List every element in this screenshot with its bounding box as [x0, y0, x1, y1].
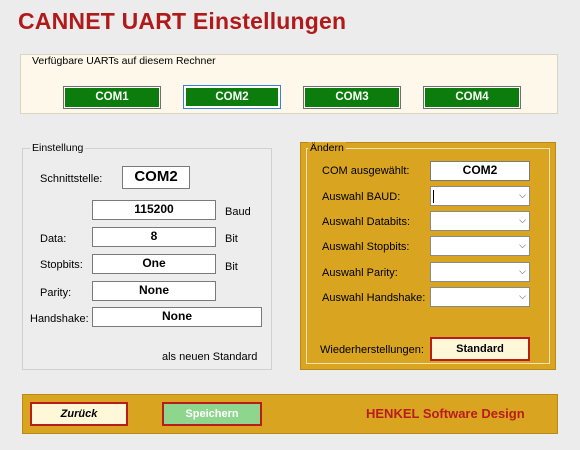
data-value: 8 [92, 227, 216, 247]
brand-label: HENKEL Software Design [366, 406, 525, 421]
schnittstelle-label: Schnittstelle: [40, 173, 103, 185]
chevron-down-icon[interactable]: ⌵ [519, 291, 526, 302]
stopbits-value: One [92, 254, 216, 274]
restore-label: Wiederherstellungen: [320, 344, 424, 356]
parity-value: None [92, 281, 216, 301]
handshake-label: Handshake: [30, 313, 89, 325]
handshake-select-label: Auswahl Handshake: [322, 292, 426, 304]
com3-button[interactable]: COM3 [303, 86, 401, 109]
data-label: Data: [40, 233, 67, 245]
standard-note: als neuen Standard [162, 351, 258, 363]
standard-button[interactable]: Standard [430, 337, 530, 361]
stopbits-select[interactable]: ⌵ [430, 236, 530, 256]
baud-value: 115200 [92, 200, 216, 220]
com2-button[interactable]: COM2 [183, 85, 281, 109]
data-unit: Bit [225, 233, 238, 245]
stopbits-unit: Bit [225, 261, 238, 273]
chevron-down-icon[interactable]: ⌵ [519, 215, 526, 226]
com1-button[interactable]: COM1 [63, 86, 161, 109]
chevron-down-icon[interactable]: ⌵ [519, 240, 526, 251]
handshake-value: None [92, 307, 262, 327]
com4-button[interactable]: COM4 [423, 86, 521, 109]
aendern-legend: Ändern [308, 142, 346, 154]
parity-select[interactable]: ⌵ [430, 262, 530, 282]
stopbits-label: Stopbits: [40, 259, 83, 271]
uart-group-legend: Verfügbare UARTs auf diesem Rechner [30, 55, 218, 67]
baud-unit: Baud [225, 206, 251, 218]
databits-select[interactable]: ⌵ [430, 211, 530, 231]
back-button[interactable]: Zurück [30, 402, 128, 426]
parity-select-label: Auswahl Parity: [322, 267, 398, 279]
parity-label: Parity: [40, 287, 72, 299]
baud-select[interactable]: ⌵ [430, 186, 530, 206]
com-selected-value: COM2 [430, 161, 530, 181]
window-title: CANNET UART Einstellungen [18, 8, 347, 34]
databits-select-label: Auswahl Databits: [322, 216, 411, 228]
einstellung-legend: Einstellung [30, 142, 86, 154]
text-caret [433, 190, 434, 203]
stopbits-select-label: Auswahl Stopbits: [322, 241, 410, 253]
chevron-down-icon[interactable]: ⌵ [519, 190, 526, 201]
chevron-down-icon[interactable]: ⌵ [519, 266, 526, 277]
com-selected-label: COM ausgewählt: [322, 165, 410, 177]
handshake-select[interactable]: ⌵ [430, 287, 530, 307]
baud-select-label: Auswahl BAUD: [322, 191, 401, 203]
schnittstelle-value: COM2 [122, 166, 190, 189]
save-button[interactable]: Speichern [162, 402, 262, 426]
